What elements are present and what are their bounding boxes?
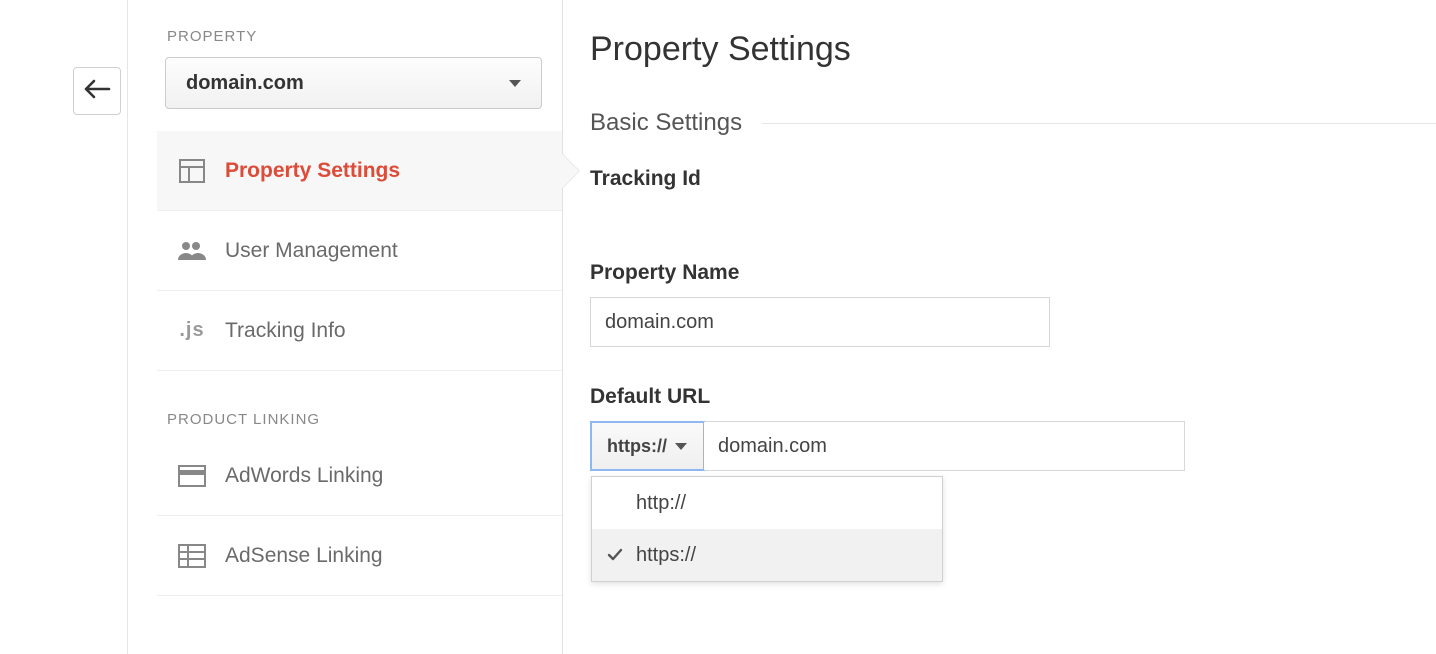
protocol-option-label: https://: [636, 544, 696, 567]
sidebar-section-property: PROPERTY: [157, 0, 562, 53]
sidebar-item-label: Property Settings: [225, 159, 400, 183]
caret-down-icon: [675, 443, 687, 450]
default-url-input[interactable]: [704, 422, 1184, 470]
list-icon: [177, 541, 207, 571]
default-url-label: Default URL: [590, 385, 1436, 409]
caret-down-icon: [509, 80, 521, 87]
sidebar-item-property-settings[interactable]: Property Settings: [157, 131, 562, 211]
page-title: Property Settings: [590, 30, 1436, 69]
default-url-row: https:// http:// https://: [590, 421, 1185, 471]
sidebar: PROPERTY domain.com Property Settings Us…: [157, 0, 563, 654]
tracking-id-label: Tracking Id: [590, 167, 1436, 191]
property-name-input[interactable]: [590, 297, 1050, 347]
sidebar-item-label: AdWords Linking: [225, 464, 383, 488]
back-button[interactable]: [73, 67, 121, 115]
sidebar-item-label: Tracking Info: [225, 319, 346, 343]
sidebar-item-adsense-linking[interactable]: AdSense Linking: [157, 516, 562, 596]
main-content: Property Settings Basic Settings Trackin…: [590, 30, 1436, 471]
protocol-select-button[interactable]: https://: [591, 422, 704, 470]
divider: [762, 123, 1436, 124]
protocol-option-label: http://: [636, 492, 686, 515]
sidebar-section-product-linking: PRODUCT LINKING: [157, 371, 562, 436]
protocol-option-http[interactable]: http://: [592, 477, 942, 529]
arrow-left-icon: [83, 79, 111, 104]
card-icon: [177, 461, 207, 491]
check-icon: [604, 546, 626, 564]
protocol-dropdown: http:// https://: [591, 476, 943, 582]
protocol-select-value: https://: [607, 436, 667, 457]
property-selector-value: domain.com: [186, 72, 304, 95]
sidebar-item-user-management[interactable]: User Management: [157, 211, 562, 291]
basic-settings-heading: Basic Settings: [590, 109, 742, 137]
users-icon: [177, 236, 207, 266]
property-selector[interactable]: domain.com: [165, 57, 542, 109]
sidebar-item-tracking-info[interactable]: .js Tracking Info: [157, 291, 562, 371]
layout-icon: [177, 156, 207, 186]
sidebar-item-adwords-linking[interactable]: AdWords Linking: [157, 436, 562, 516]
vertical-divider: [127, 0, 128, 654]
sidebar-item-label: User Management: [225, 239, 398, 263]
property-name-label: Property Name: [590, 261, 1436, 285]
sidebar-item-label: AdSense Linking: [225, 544, 383, 568]
protocol-option-https[interactable]: https://: [592, 529, 942, 581]
js-icon: .js: [177, 316, 207, 346]
